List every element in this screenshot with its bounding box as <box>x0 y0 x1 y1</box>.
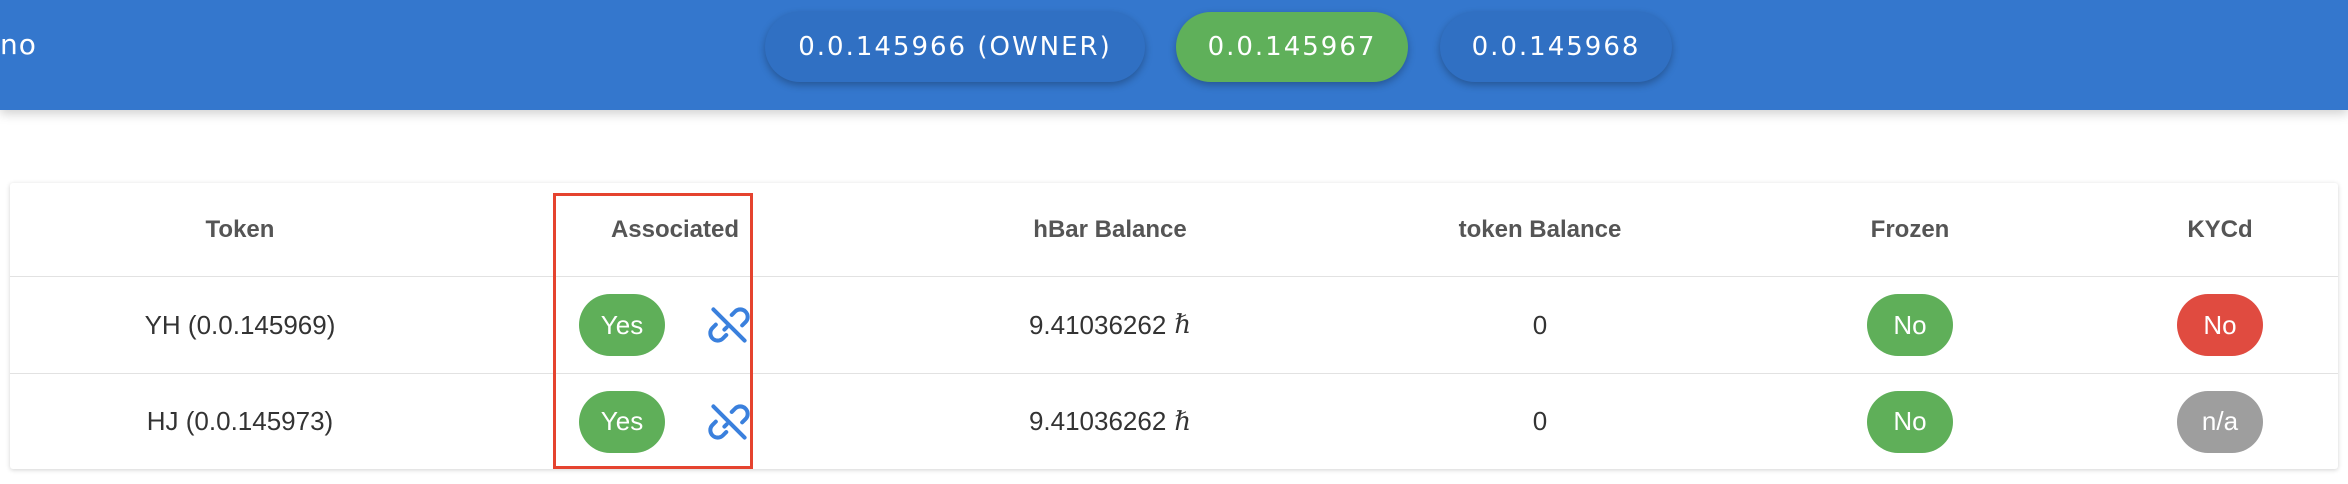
frozen-cell: No <box>1760 277 2060 373</box>
account-button-owner[interactable]: 0.0.145966 (OWNER) <box>765 12 1145 82</box>
account-button-selected[interactable]: 0.0.145967 <box>1176 12 1408 82</box>
hbar-balance-value: 9.41036262 <box>1028 406 1167 436</box>
associated-badge: Yes <box>579 390 665 453</box>
table-row: HJ (0.0.145973) Yes 9.41036262 ℏ 0 No n/… <box>10 374 2338 469</box>
kycd-badge[interactable]: No <box>2177 294 2263 356</box>
hbar-balance: 9.41036262 ℏ <box>950 374 1270 469</box>
link-off-icon[interactable] <box>707 303 751 347</box>
app-title: no <box>0 28 37 61</box>
token-balance: 0 <box>1532 406 1548 436</box>
account-button[interactable]: 0.0.145968 <box>1440 12 1672 82</box>
hbar-balance-value: 9.41036262 <box>1028 309 1167 340</box>
frozen-cell: No <box>1760 374 2060 469</box>
associated-cell: Yes <box>525 374 825 469</box>
kycd-cell: n/a <box>2080 374 2348 469</box>
column-header-frozen: Frozen <box>1870 215 1950 243</box>
hbar-unit: ℏ <box>1174 310 1192 340</box>
token-table: Token Associated hBar Balance token Bala… <box>10 183 2338 469</box>
frozen-badge[interactable]: No <box>1867 294 1953 356</box>
associated-badge: Yes <box>579 294 665 356</box>
link-off-icon[interactable] <box>707 400 751 444</box>
token-name: YH (0.0.145969) <box>144 309 336 340</box>
table-row: YH (0.0.145969) Yes 9.41036262 ℏ 0 No No <box>10 277 2338 374</box>
kycd-cell: No <box>2080 277 2348 373</box>
column-header-associated: Associated <box>610 215 740 243</box>
top-app-bar: no 0.0.145966 (OWNER) 0.0.145967 0.0.145… <box>0 0 2348 110</box>
token-balance: 0 <box>1532 309 1548 340</box>
frozen-badge[interactable]: No <box>1867 390 1953 453</box>
hbar-balance: 9.41036262 ℏ <box>950 277 1270 373</box>
table-header-row: Token Associated hBar Balance token Bala… <box>10 183 2338 277</box>
column-header-hbar-balance: hBar Balance <box>1033 215 1187 243</box>
hbar-unit: ℏ <box>1174 406 1192 437</box>
token-name: HJ (0.0.145973) <box>146 406 334 436</box>
column-header-kycd: KYCd <box>2187 215 2253 243</box>
column-header-token: Token <box>205 215 275 243</box>
column-header-token-balance: token Balance <box>1458 215 1622 243</box>
kycd-badge[interactable]: n/a <box>2177 390 2263 453</box>
associated-cell: Yes <box>525 277 825 373</box>
